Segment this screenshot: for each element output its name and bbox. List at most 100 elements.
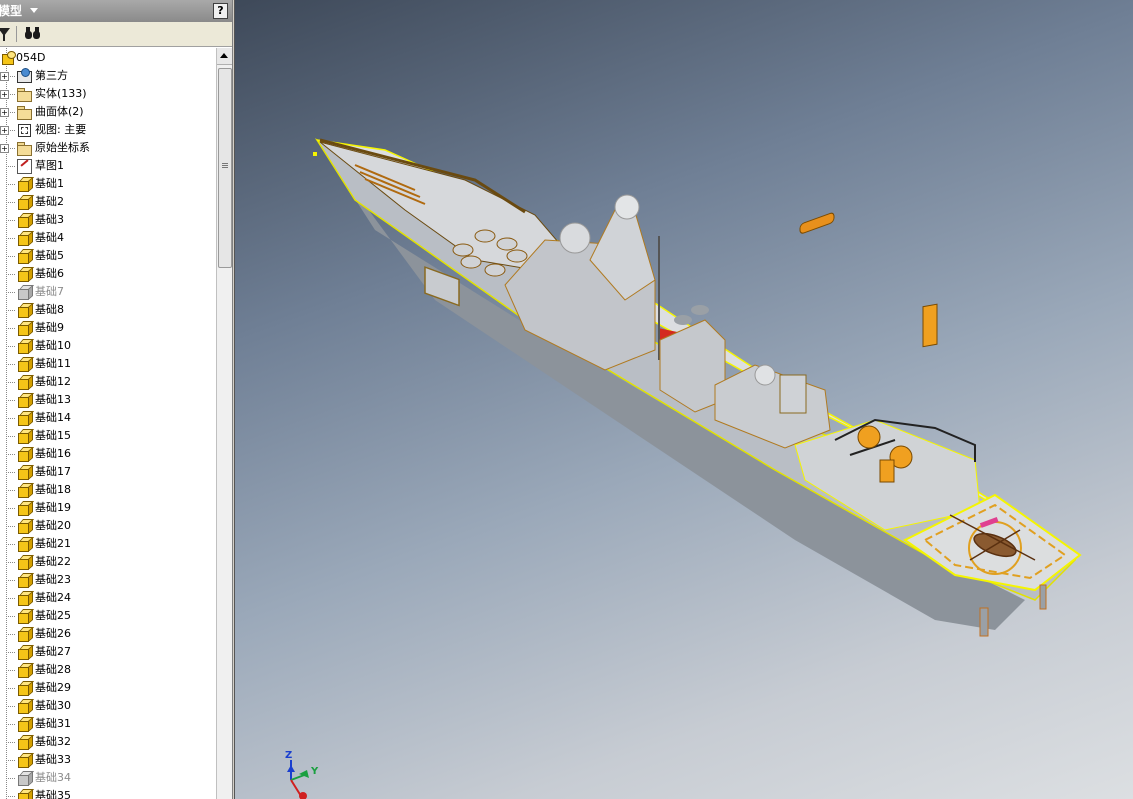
tree-item[interactable]: 基础6	[0, 265, 216, 283]
tree-item[interactable]: + 视图: 主要	[0, 121, 216, 139]
decoy-launcher-1	[857, 425, 881, 449]
tree-item[interactable]: 基础14	[0, 409, 216, 427]
tree-item[interactable]: + 原始坐标系	[0, 139, 216, 157]
tree-branch-line	[6, 310, 15, 311]
tree-item[interactable]: 基础16	[0, 445, 216, 463]
part-icon	[0, 50, 16, 66]
tree-item[interactable]: 基础34	[0, 769, 216, 787]
tree-item[interactable]: 054D	[0, 49, 216, 67]
tree-item[interactable]: 基础22	[0, 553, 216, 571]
tree-item[interactable]: 基础25	[0, 607, 216, 625]
tree-item[interactable]: 基础35	[0, 787, 216, 799]
binoculars-icon[interactable]	[24, 27, 42, 41]
tree-branch-line	[6, 670, 15, 671]
tree-item[interactable]: 基础26	[0, 625, 216, 643]
tree-item[interactable]: 基础12	[0, 373, 216, 391]
browser-title-bar[interactable]: 模型 ?	[0, 0, 232, 22]
tree-item[interactable]: 基础13	[0, 391, 216, 409]
expand-icon[interactable]: +	[0, 126, 9, 135]
tree-item-label: 基础1	[35, 177, 64, 190]
ship-model[interactable]	[235, 0, 1133, 799]
sketch-icon	[16, 158, 32, 174]
feature-icon	[16, 284, 35, 301]
tree-item[interactable]: 基础32	[0, 733, 216, 751]
feature-icon	[16, 446, 35, 463]
tree-item[interactable]: 基础23	[0, 571, 216, 589]
tree-item[interactable]: 基础30	[0, 697, 216, 715]
scroll-up-button[interactable]	[217, 48, 232, 65]
tree-item[interactable]: 基础1	[0, 175, 216, 193]
tree-scrollbar[interactable]	[216, 48, 232, 799]
tree-item[interactable]: 基础17	[0, 463, 216, 481]
feature-icon	[16, 590, 35, 607]
tree-item-label: 基础32	[35, 735, 71, 748]
tree-item[interactable]: 基础33	[0, 751, 216, 769]
expand-icon[interactable]: +	[0, 72, 9, 81]
tree-item[interactable]: 基础31	[0, 715, 216, 733]
help-button[interactable]: ?	[213, 3, 228, 19]
tree-item[interactable]: 基础5	[0, 247, 216, 265]
tree-item[interactable]: 草图1	[0, 157, 216, 175]
tree-item-label: 基础33	[35, 753, 71, 766]
tree-item[interactable]: 基础3	[0, 211, 216, 229]
tree-branch-line	[6, 400, 15, 401]
tree-item[interactable]: 基础2	[0, 193, 216, 211]
tree-item[interactable]: 基础18	[0, 481, 216, 499]
tree-item[interactable]: 基础24	[0, 589, 216, 607]
feature-icon	[16, 716, 35, 733]
tree-item[interactable]: + 实体(133)	[0, 85, 216, 103]
tree-item[interactable]: 基础8	[0, 301, 216, 319]
expand-icon[interactable]: +	[0, 90, 9, 99]
tree-item[interactable]: 基础4	[0, 229, 216, 247]
browser-dropdown-icon[interactable]	[30, 8, 38, 13]
tree-branch-line	[6, 742, 15, 743]
folder-icon	[16, 140, 32, 156]
feature-icon	[16, 482, 35, 499]
tree-item[interactable]: 基础27	[0, 643, 216, 661]
tree-item-label: 基础3	[35, 213, 64, 226]
tree-item[interactable]: 基础20	[0, 517, 216, 535]
graphics-viewport[interactable]: Z Y	[234, 0, 1133, 799]
tree-item[interactable]: + 第三方	[0, 67, 216, 85]
tree-branch-line	[6, 436, 15, 437]
view-triad[interactable]: Z Y	[279, 748, 339, 799]
tree-branch-line	[6, 778, 15, 779]
bow-point	[313, 152, 317, 156]
tree-item[interactable]: 基础10	[0, 337, 216, 355]
tree-item-label: 基础27	[35, 645, 71, 658]
tree-item-label: 基础17	[35, 465, 71, 478]
tree-branch-line	[6, 418, 15, 419]
tree-item[interactable]: 基础19	[0, 499, 216, 517]
tree-item-label: 基础18	[35, 483, 71, 496]
tree-item[interactable]: 基础9	[0, 319, 216, 337]
tree-item-label: 原始坐标系	[35, 141, 90, 154]
tree-item[interactable]: 基础11	[0, 355, 216, 373]
view-icon	[16, 122, 32, 138]
scroll-thumb[interactable]	[218, 68, 232, 268]
rudder-1	[979, 607, 989, 637]
torpedo-tube	[799, 212, 835, 234]
third-party-icon	[16, 68, 32, 84]
tree-item[interactable]: 基础28	[0, 661, 216, 679]
feature-icon	[16, 356, 35, 373]
tree-item-label: 基础35	[35, 789, 71, 799]
tree-item[interactable]: 基础21	[0, 535, 216, 553]
expand-icon[interactable]: +	[0, 144, 9, 153]
filter-icon[interactable]	[0, 28, 10, 41]
feature-icon	[16, 680, 35, 697]
feature-icon	[16, 536, 35, 553]
tree-item[interactable]: 基础15	[0, 427, 216, 445]
feature-tree[interactable]: 054D + 第三方 + 实体(133) + 曲面体(2) + 视图: 主要 + 原始坐标系 草图1 基…	[0, 48, 216, 799]
tree-branch-line	[6, 274, 15, 275]
tree-item-label: 基础22	[35, 555, 71, 568]
tree-item[interactable]: + 曲面体(2)	[0, 103, 216, 121]
tree-item-label: 基础5	[35, 249, 64, 262]
feature-icon	[16, 554, 35, 571]
tree-item[interactable]: 基础29	[0, 679, 216, 697]
tree-item-label: 基础24	[35, 591, 71, 604]
tree-branch-line	[6, 760, 15, 761]
expand-icon[interactable]: +	[0, 108, 9, 117]
tree-item[interactable]: 基础7	[0, 283, 216, 301]
tree-item-label: 基础15	[35, 429, 71, 442]
tree-item-label: 基础30	[35, 699, 71, 712]
